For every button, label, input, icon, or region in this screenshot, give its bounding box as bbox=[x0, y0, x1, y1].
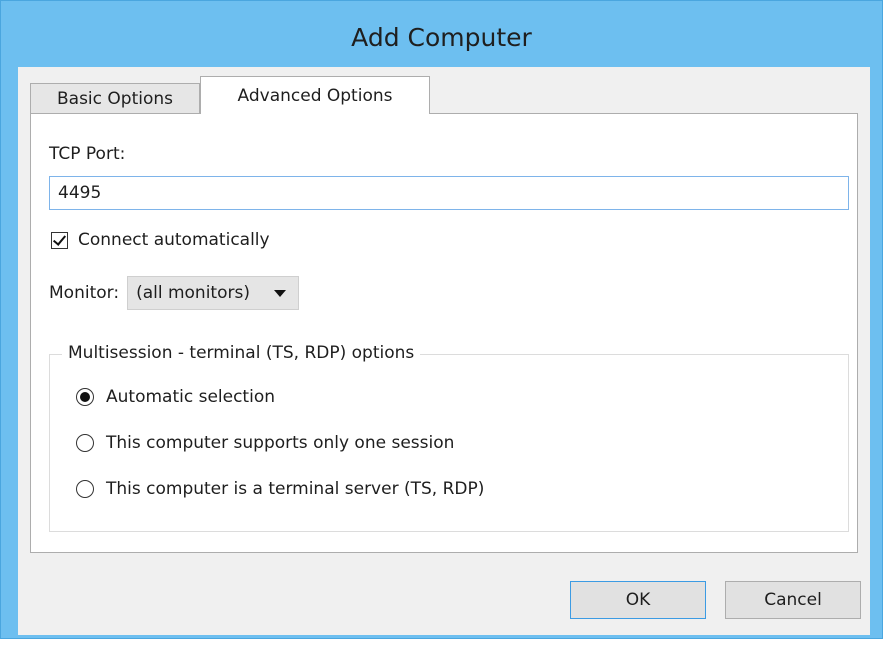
advanced-options-panel: TCP Port: Connect automatically Monitor:… bbox=[30, 113, 858, 553]
radio-selected-dot bbox=[80, 392, 90, 402]
tcp-port-input[interactable] bbox=[49, 176, 849, 210]
radio-button[interactable] bbox=[76, 480, 94, 498]
connect-automatically-row[interactable]: Connect automatically bbox=[51, 230, 270, 250]
connect-automatically-checkbox[interactable] bbox=[51, 231, 68, 249]
checkmark-icon bbox=[52, 231, 67, 246]
tab-basic-options[interactable]: Basic Options bbox=[30, 83, 200, 113]
monitor-select[interactable]: (all monitors) bbox=[127, 276, 300, 310]
radio-one-session[interactable]: This computer supports only one session bbox=[76, 433, 454, 453]
tab-advanced-options[interactable]: Advanced Options bbox=[200, 76, 430, 114]
radio-automatic-selection[interactable]: Automatic selection bbox=[76, 387, 275, 407]
ok-button[interactable]: OK bbox=[570, 581, 706, 619]
tcp-port-label: TCP Port: bbox=[49, 144, 126, 164]
monitor-label: Monitor: bbox=[49, 283, 120, 303]
cancel-button[interactable]: Cancel bbox=[725, 581, 861, 619]
radio-button[interactable] bbox=[76, 388, 94, 406]
connect-automatically-label: Connect automatically bbox=[78, 230, 270, 250]
monitor-select-value: (all monitors) bbox=[136, 283, 250, 303]
radio-terminal-server[interactable]: This computer is a terminal server (TS, … bbox=[76, 479, 484, 499]
window-title: Add Computer bbox=[351, 23, 532, 52]
radio-label: This computer is a terminal server (TS, … bbox=[106, 479, 485, 499]
chevron-down-icon bbox=[274, 290, 287, 297]
monitor-row: Monitor: (all monitors) bbox=[49, 276, 300, 310]
radio-label: This computer supports only one session bbox=[106, 433, 455, 453]
add-computer-dialog: Add Computer Basic Options Advanced Opti… bbox=[0, 0, 883, 639]
multisession-groupbox: Multisession - terminal (TS, RDP) option… bbox=[49, 343, 849, 532]
multisession-legend: Multisession - terminal (TS, RDP) option… bbox=[62, 343, 421, 363]
radio-button[interactable] bbox=[76, 434, 94, 452]
dialog-client-area: Basic Options Advanced Options TCP Port:… bbox=[18, 67, 870, 635]
radio-label: Automatic selection bbox=[106, 387, 275, 407]
